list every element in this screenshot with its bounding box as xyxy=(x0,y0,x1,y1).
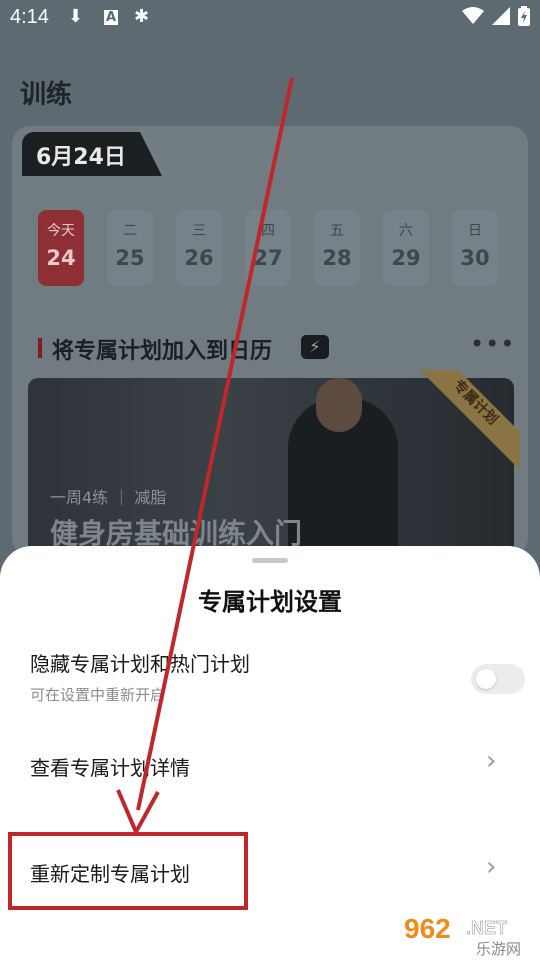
week-days: 今天 24 二 25 三 26 四 27 五 28 六 29 日 30 xyxy=(38,210,498,286)
view-plan-details-item[interactable]: 查看专属计划详情 xyxy=(30,752,190,781)
day-name: 三 xyxy=(192,223,206,239)
section-title: 将专属计划加入到日历 xyxy=(52,339,273,364)
sheet-title: 专属计划设置 xyxy=(198,588,342,616)
download-icon: ⬇ xyxy=(68,6,84,27)
day-item[interactable]: 三 26 xyxy=(176,210,222,286)
hide-plans-toggle[interactable] xyxy=(471,664,525,694)
day-number: 30 xyxy=(460,246,490,270)
chevron-right-icon: › xyxy=(486,746,497,776)
day-number: 27 xyxy=(253,246,283,270)
battery-charging-icon xyxy=(518,6,530,26)
a-icon: A xyxy=(104,10,119,25)
day-today[interactable]: 今天 24 xyxy=(38,210,84,286)
day-item[interactable]: 六 29 xyxy=(383,210,429,286)
chevron-right-icon: › xyxy=(486,852,497,882)
day-item[interactable]: 日 30 xyxy=(452,210,498,286)
date-tab: 6月24日 xyxy=(22,132,162,176)
status-bar: 4:14 ⬇ A ✱ xyxy=(0,0,540,40)
day-item[interactable]: 五 28 xyxy=(314,210,360,286)
day-item[interactable]: 二 25 xyxy=(107,210,153,286)
day-name: 四 xyxy=(261,223,275,239)
bug-icon: ✱ xyxy=(134,6,150,27)
highlight-box xyxy=(8,832,248,910)
athlete-head xyxy=(316,378,362,432)
day-name: 二 xyxy=(123,223,137,239)
watermark-number: 962 xyxy=(404,913,451,944)
day-name: 六 xyxy=(399,223,413,239)
day-item[interactable]: 四 27 xyxy=(245,210,291,286)
plan-subtitle: 一周4练 ｜ 减脂 xyxy=(50,488,167,507)
plan-settings-sheet: 专属计划设置 隐藏专属计划和热门计划 可在设置中重新开启 查看专属计划详情 › … xyxy=(0,546,540,960)
calendar-card-top xyxy=(140,126,528,176)
watermark-suffix: .NET xyxy=(466,918,507,938)
bolt-icon: ⚡ xyxy=(301,335,329,359)
hide-plans-subtext: 可在设置中重新开启 xyxy=(30,686,166,704)
day-name: 今天 xyxy=(47,223,75,239)
watermark-cn: 乐游网 xyxy=(476,940,521,956)
day-number: 26 xyxy=(184,246,214,270)
status-right-icons xyxy=(462,6,530,26)
signal-icon xyxy=(492,7,510,25)
day-number: 25 xyxy=(115,246,145,270)
page-title: 训练 xyxy=(20,80,73,110)
section-accent-bar xyxy=(38,338,42,358)
status-time: 4:14 xyxy=(10,6,49,28)
day-name: 五 xyxy=(330,223,344,239)
day-number: 29 xyxy=(391,246,421,270)
toggle-knob xyxy=(476,669,496,689)
day-name: 日 xyxy=(468,223,482,239)
sheet-drag-handle[interactable] xyxy=(252,558,288,563)
hide-plans-label: 隐藏专属计划和热门计划 xyxy=(30,652,250,676)
more-options-icon[interactable]: ••• xyxy=(470,330,515,358)
wifi-icon xyxy=(462,7,484,24)
site-watermark-logo: 962 .NET 乐游网 xyxy=(404,913,521,956)
day-number: 28 xyxy=(322,246,352,270)
day-number: 24 xyxy=(46,246,76,270)
